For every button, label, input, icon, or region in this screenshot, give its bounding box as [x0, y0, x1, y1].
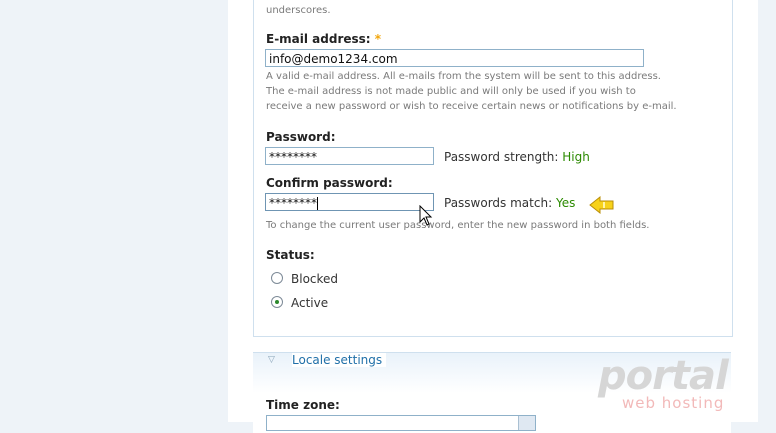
- password-match-label: Passwords match:: [444, 196, 553, 210]
- mouse-cursor-icon: [419, 205, 433, 226]
- password-strength-value: High: [562, 150, 590, 164]
- status-active-radio[interactable]: [271, 296, 283, 308]
- password-label: Password:: [266, 130, 336, 144]
- email-label: E-mail address: *: [266, 32, 381, 46]
- locale-settings-link[interactable]: Locale settings: [292, 353, 387, 367]
- status-label: Status:: [266, 248, 315, 262]
- collapse-triangle-icon[interactable]: ▽: [268, 355, 275, 365]
- watermark-tagline: web hosting: [622, 394, 725, 412]
- required-mark: *: [374, 32, 382, 46]
- confirm-password-help: To change the current user password, ent…: [266, 220, 650, 231]
- username-help: underscores.: [266, 5, 331, 16]
- password-field[interactable]: ********: [265, 147, 434, 165]
- email-help-line: receive a new password or wish to receiv…: [266, 101, 677, 112]
- portal-watermark-logo: portal web hosting: [598, 353, 729, 412]
- password-match-value: Yes: [555, 196, 576, 210]
- timezone-select[interactable]: [266, 415, 536, 431]
- password-match: Passwords match: Yes: [444, 196, 575, 210]
- status-active-label[interactable]: Active: [291, 296, 328, 310]
- confirm-password-value: ********: [269, 196, 317, 210]
- email-field[interactable]: info@demo1234.com: [265, 49, 644, 67]
- timezone-label: Time zone:: [266, 398, 340, 412]
- text-caret: [317, 197, 318, 210]
- confirm-password-field[interactable]: ********: [265, 193, 434, 211]
- email-label-text: E-mail address:: [266, 32, 371, 46]
- confirm-password-label: Confirm password:: [266, 176, 393, 190]
- dropdown-button[interactable]: [518, 416, 535, 430]
- password-strength-label: Password strength:: [444, 150, 559, 164]
- left-margin: [0, 0, 228, 422]
- email-help-line: The e-mail address is not made public an…: [266, 86, 636, 97]
- email-help: A valid e-mail address. All e-mails from…: [266, 69, 677, 114]
- watermark-brand: portal: [598, 353, 729, 399]
- status-blocked-radio[interactable]: [271, 272, 283, 284]
- right-margin: [758, 0, 776, 422]
- password-strength: Password strength: High: [444, 150, 590, 164]
- status-blocked-label[interactable]: Blocked: [291, 272, 338, 286]
- email-help-line: A valid e-mail address. All e-mails from…: [266, 71, 661, 82]
- pointer-arrow-icon: [589, 195, 614, 215]
